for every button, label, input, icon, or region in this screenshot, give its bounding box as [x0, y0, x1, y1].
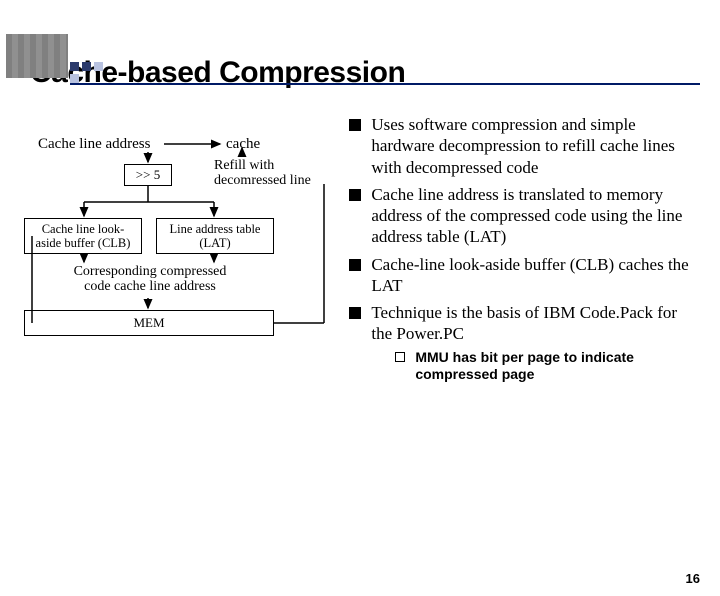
bullet-item: Cache-line look-aside buffer (CLB) cache…	[349, 254, 696, 297]
bullet-item: Cache line address is translated to memo…	[349, 184, 696, 248]
bullet-text: Uses software compression and simple har…	[371, 114, 696, 178]
diagram-arrows	[24, 114, 354, 414]
bullet-item: Technique is the basis of IBM Code.Pack …	[349, 302, 696, 384]
bullet-item: Uses software compression and simple har…	[349, 114, 696, 178]
sub-bullet-list: MMU has bit per page to indicate compres…	[395, 349, 696, 384]
bullet-text: Technique is the basis of IBM Code.Pack …	[371, 303, 677, 343]
hollow-square-bullet-icon	[395, 352, 405, 362]
sub-bullet-text: MMU has bit per page to indicate compres…	[415, 349, 696, 384]
page-number: 16	[686, 571, 700, 586]
bullet-text: Cache line address is translated to memo…	[371, 184, 696, 248]
sub-bullet-item: MMU has bit per page to indicate compres…	[395, 349, 696, 384]
bullet-text: Cache-line look-aside buffer (CLB) cache…	[371, 254, 696, 297]
bullet-list: Uses software compression and simple har…	[349, 114, 696, 384]
diagram: Cache line address cache >> 5 Refill wit…	[24, 114, 345, 414]
slide-decor	[0, 56, 720, 96]
